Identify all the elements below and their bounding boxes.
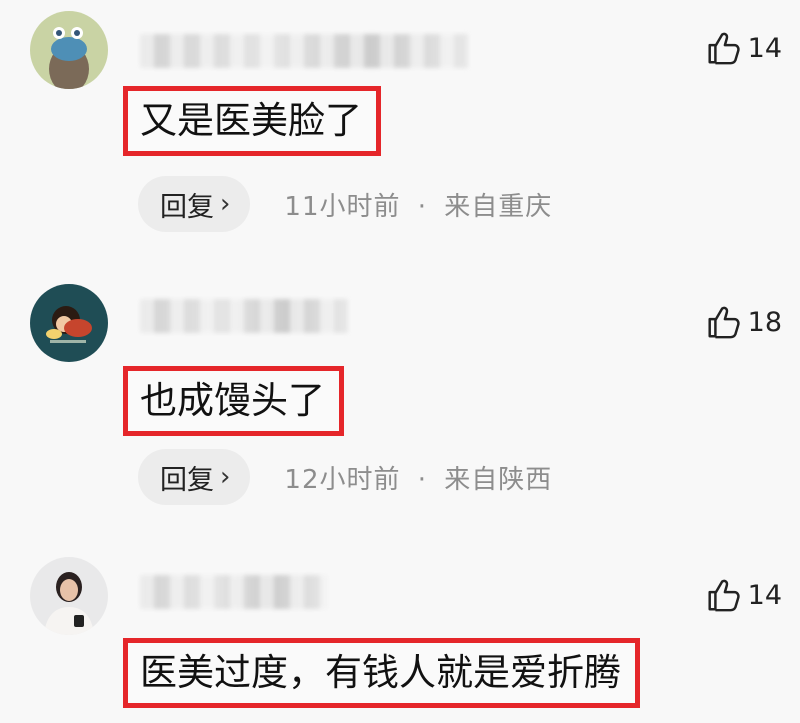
comment-meta: 回复 › 11小时前 · 来自重庆: [138, 176, 552, 232]
meta-separator: ·: [417, 464, 428, 495]
like-count: 14: [747, 32, 782, 64]
thumbs-up-icon: [708, 32, 740, 65]
reply-label: 回复: [160, 191, 214, 223]
like-count: 18: [747, 306, 782, 338]
comment-meta: 回复 › 12小时前 · 来自陕西: [138, 449, 552, 505]
cartoon-avatar-image: [30, 284, 108, 362]
avatar[interactable]: [30, 11, 108, 89]
cartoon-avatar-image: [30, 11, 108, 89]
avatar[interactable]: [30, 557, 108, 635]
username-blurred[interactable]: [140, 575, 328, 609]
thumbs-up-icon: [708, 306, 740, 339]
chevron-right-icon: ›: [220, 462, 231, 492]
username-blurred[interactable]: [140, 34, 468, 68]
meta-separator: ·: [417, 191, 428, 222]
comment-text: 又是医美脸了: [123, 86, 381, 156]
comment-location: 来自陕西: [444, 464, 553, 495]
comment-time-location: 11小时前 · 来自重庆: [284, 186, 552, 223]
avatar[interactable]: [30, 284, 108, 362]
comment-time: 12小时前: [284, 464, 401, 495]
reply-button[interactable]: 回复 ›: [138, 449, 251, 505]
thumbs-up-icon: [708, 579, 740, 612]
username-blurred[interactable]: [140, 299, 348, 333]
comment-text: 也成馒头了: [123, 366, 344, 436]
comment-time: 11小时前: [284, 191, 401, 222]
like-count: 14: [747, 579, 782, 611]
photo-avatar-image: [30, 557, 108, 635]
reply-button[interactable]: 回复 ›: [138, 176, 251, 232]
comment-time-location: 12小时前 · 来自陕西: [284, 459, 552, 496]
reply-label: 回复: [160, 464, 214, 496]
comment-text: 医美过度，有钱人就是爱折腾: [123, 638, 640, 708]
like-button[interactable]: 14: [704, 29, 782, 67]
comment-location: 来自重庆: [444, 191, 553, 222]
like-button[interactable]: 18: [704, 303, 782, 341]
chevron-right-icon: ›: [220, 189, 231, 219]
like-button[interactable]: 14: [704, 576, 782, 614]
